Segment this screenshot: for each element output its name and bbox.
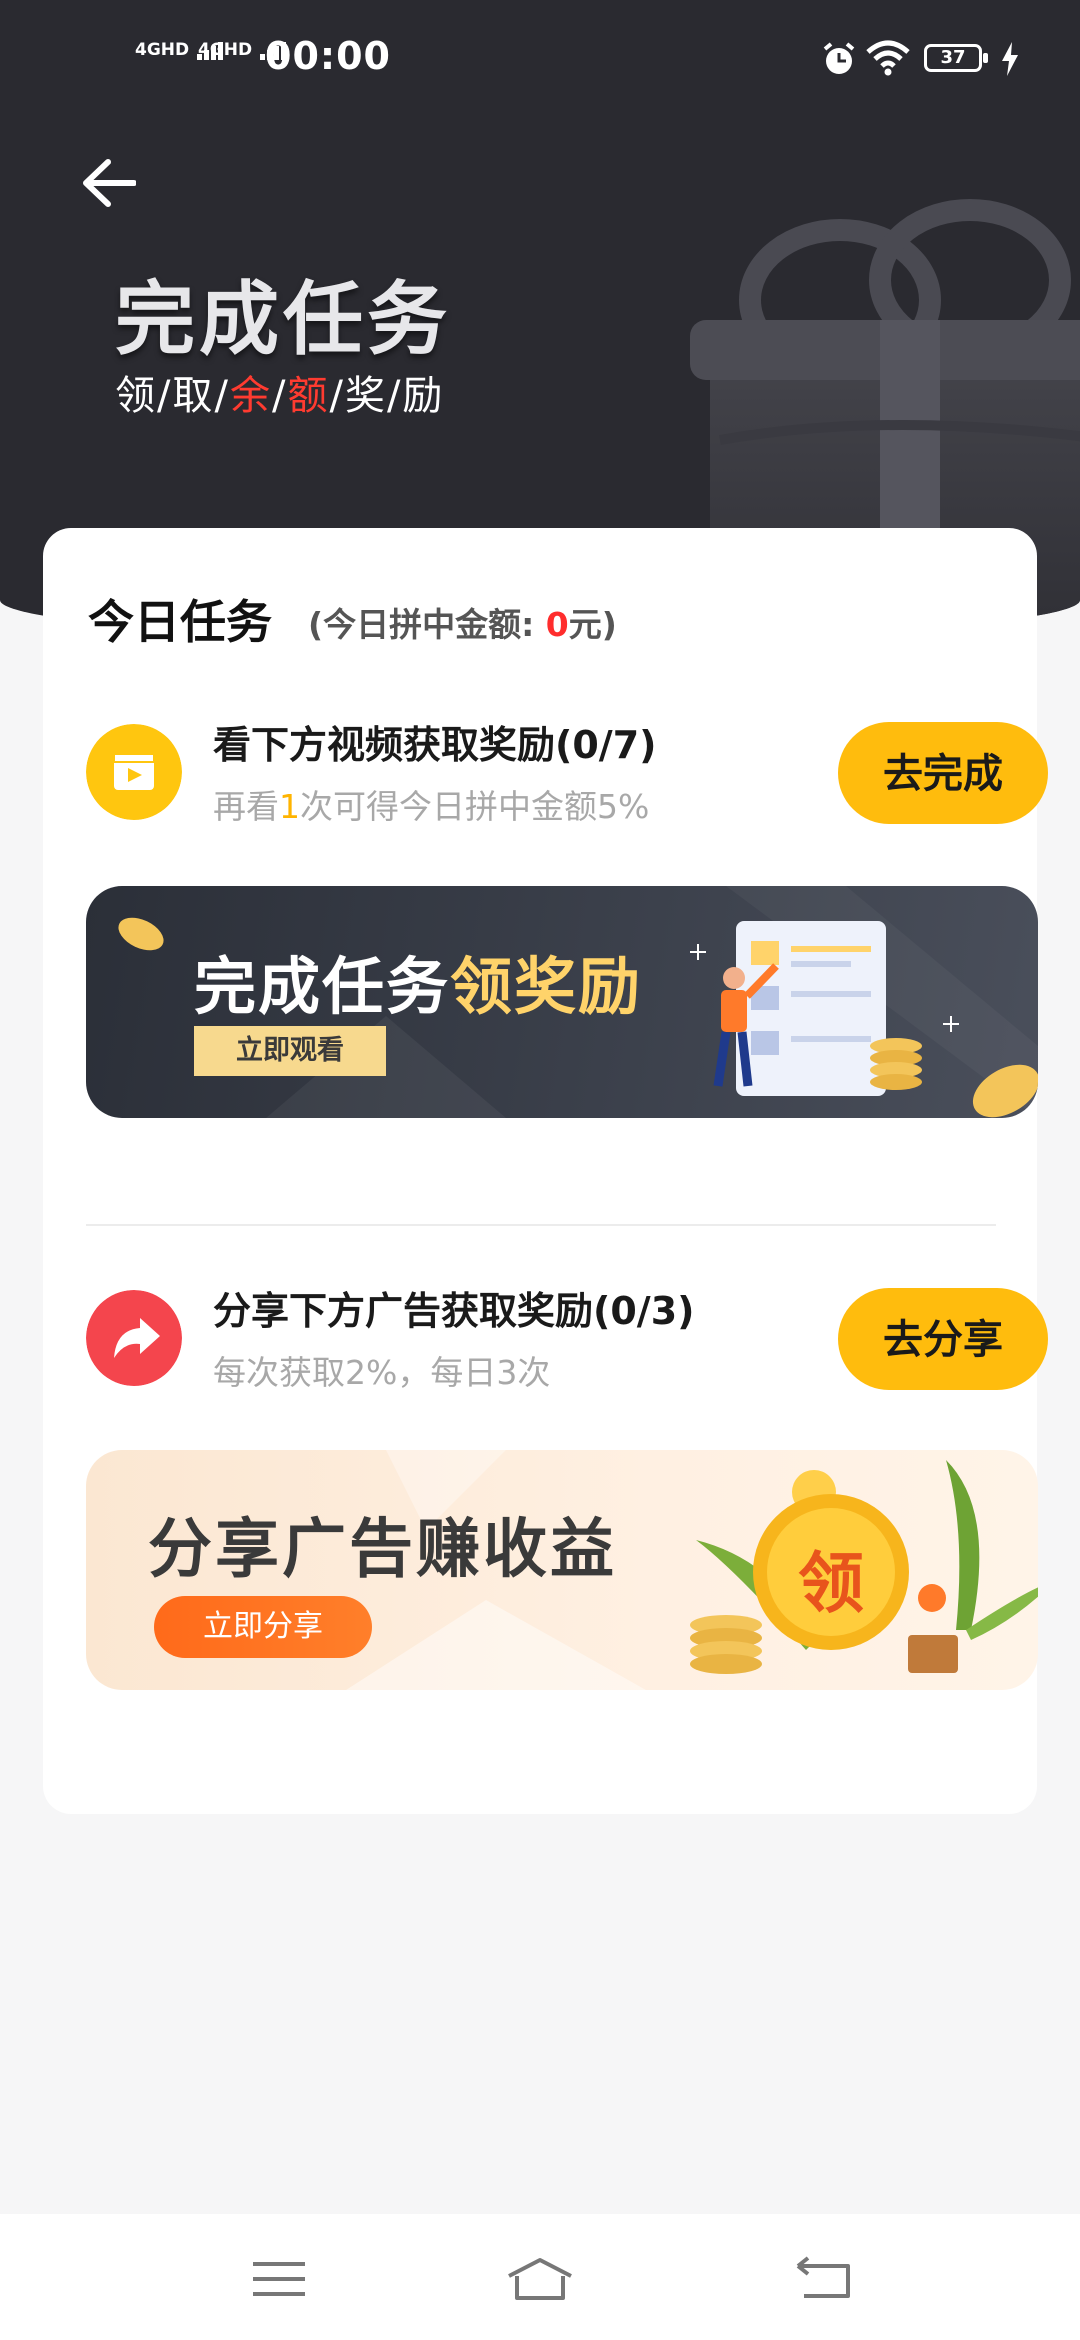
today-amount-label: (今日拼中金额: bbox=[308, 605, 546, 644]
today-amount: (今日拼中金额: 0元) bbox=[308, 598, 617, 646]
task-video-title: 看下方视频获取奖励(0/7) bbox=[213, 723, 657, 767]
share-ad-banner[interactable]: 领 分享广告赚收益 立即分享 bbox=[86, 1450, 1038, 1690]
task-video: 看下方视频获取奖励(0/7) 再看1次可得今日拼中金额5% 去完成 bbox=[86, 714, 1048, 834]
subtitle-sep: / bbox=[329, 373, 345, 419]
subtitle-char-highlight: 额 bbox=[287, 373, 330, 419]
task-share-desc: 每次获取2%，每日3次 bbox=[213, 1353, 551, 1392]
home-icon[interactable] bbox=[505, 2254, 575, 2304]
watch-now-button[interactable]: 立即观看 bbox=[194, 1026, 386, 1076]
alarm-icon bbox=[823, 42, 855, 74]
banner1-headline: 完成任务领奖励 bbox=[194, 936, 642, 1026]
subtitle-char-highlight: 余 bbox=[229, 373, 272, 419]
signal-label-1: 4GHD bbox=[135, 40, 190, 60]
video-icon bbox=[86, 724, 182, 820]
page-title: 完成任务 bbox=[115, 273, 451, 366]
system-nav-bar bbox=[0, 2214, 1080, 2340]
card-title: 今日任务 bbox=[88, 595, 272, 649]
task-video-desc: 再看1次可得今日拼中金额5% bbox=[213, 780, 649, 828]
task-share-title: 分享下方广告获取奖励(0/3) bbox=[213, 1289, 695, 1333]
banner2-headline: 分享广告赚收益 bbox=[148, 1513, 617, 1587]
subtitle-sep: / bbox=[271, 373, 288, 419]
subtitle-char: 奖 bbox=[344, 373, 387, 419]
wifi-icon bbox=[866, 40, 910, 76]
divider bbox=[86, 1224, 996, 1226]
task-card: 今日任务 (今日拼中金额: 0元) 看下方视频获取奖励(0/7) 再看1次可得今… bbox=[43, 528, 1048, 1814]
banner1-headline-white: 完成任务 bbox=[194, 950, 451, 1023]
subtitle-sep: / bbox=[157, 373, 173, 419]
task-video-desc-count: 1 bbox=[279, 787, 300, 826]
status-bar: 4GHD 4GHD 00:00 37 bbox=[0, 0, 1080, 120]
subtitle-char: 取 bbox=[172, 373, 215, 419]
share-button[interactable]: 去分享 bbox=[838, 1288, 1048, 1390]
watch-video-banner[interactable]: 完成任务领奖励 立即观看 bbox=[86, 886, 1038, 1118]
menu-icon[interactable] bbox=[245, 2254, 315, 2304]
complete-button[interactable]: 去完成 bbox=[838, 722, 1048, 824]
charging-icon bbox=[1002, 42, 1018, 76]
back-icon[interactable] bbox=[790, 2254, 860, 2304]
task-video-desc-prefix: 再看 bbox=[213, 787, 279, 826]
today-amount-value: 0 bbox=[545, 605, 569, 644]
page-subtitle: 领/取/余/额/奖/励 bbox=[115, 363, 444, 421]
back-arrow-icon[interactable] bbox=[80, 158, 136, 208]
battery-icon: 37 bbox=[924, 44, 988, 72]
task-video-desc-suffix: 次可得今日拼中金额5% bbox=[300, 787, 650, 826]
task-share: 分享下方广告获取奖励(0/3) 每次获取2%，每日3次 去分享 bbox=[86, 1280, 1048, 1400]
subtitle-char: 领 bbox=[115, 373, 157, 419]
signal-label-2: 4GHD bbox=[198, 40, 253, 60]
subtitle-sep: / bbox=[386, 373, 403, 419]
subtitle-sep: / bbox=[214, 373, 230, 419]
share-now-button[interactable]: 立即分享 bbox=[154, 1596, 372, 1658]
coin-label: 领 bbox=[798, 1545, 864, 1622]
share-icon bbox=[86, 1290, 182, 1386]
clock: 00:00 bbox=[265, 34, 391, 78]
subtitle-char: 励 bbox=[402, 373, 445, 419]
today-amount-unit: 元) bbox=[568, 605, 617, 644]
banner1-headline-gold: 领奖励 bbox=[450, 950, 643, 1023]
